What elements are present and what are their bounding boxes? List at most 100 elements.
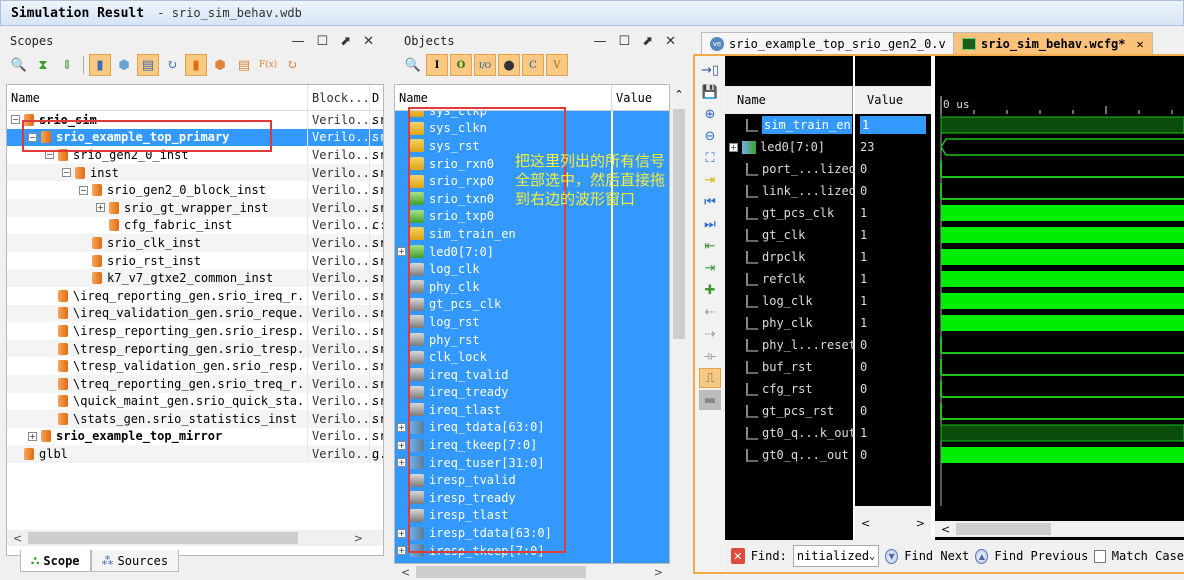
save-icon[interactable]: 💾: [699, 82, 721, 102]
go-to-start-icon[interactable]: ⏮: [699, 192, 721, 212]
tab-scope[interactable]: ⛬ Scope: [20, 550, 91, 572]
object-row[interactable]: + ireq_tkeep[7:0]: [395, 436, 611, 454]
column-value[interactable]: Value: [611, 85, 652, 110]
zoom-out-icon[interactable]: ⊖: [699, 126, 721, 146]
object-row[interactable]: ireq_tlast: [395, 401, 611, 419]
snap-to-transition-icon[interactable]: ⎍: [699, 368, 721, 388]
scope-row[interactable]: − inst Verilo...sr: [7, 163, 383, 182]
object-row[interactable]: + ireq_tuser[31:0]: [395, 454, 611, 472]
scope-row[interactable]: \treq_reporting_gen.srio_treq_r... Verilo…: [7, 374, 383, 393]
wave-signal-row[interactable]: link_...lized: [725, 180, 856, 202]
variable-filter-icon[interactable]: V: [546, 54, 568, 76]
expand-toggle-icon[interactable]: +: [729, 142, 738, 152]
previous-marker-icon[interactable]: ⇠: [699, 302, 721, 322]
expand-toggle-icon[interactable]: −: [79, 185, 88, 195]
object-row[interactable]: ireq_tready: [395, 384, 611, 402]
column-block[interactable]: Block...: [307, 85, 370, 110]
expand-toggle-icon[interactable]: +: [96, 203, 105, 213]
inout-filter-icon[interactable]: I/O: [474, 54, 496, 76]
column-name[interactable]: Name: [395, 91, 611, 105]
column-d[interactable]: D: [369, 85, 383, 110]
wave-signal-row[interactable]: + led0[7:0]: [725, 136, 853, 158]
object-row[interactable]: sys_clkn: [395, 120, 611, 138]
object-row[interactable]: sim_train_en: [395, 225, 611, 243]
scope-row[interactable]: glbl Verilo...g.: [7, 445, 383, 463]
add-marker-icon[interactable]: ✚: [699, 280, 721, 300]
object-row[interactable]: + led0[7:0]: [395, 243, 611, 261]
match-case-checkbox[interactable]: [1094, 549, 1106, 563]
vhdl-package-filter-icon[interactable]: ⬢: [209, 54, 231, 76]
wave-signal-row[interactable]: phy_clk: [725, 312, 853, 334]
expand-toggle-icon[interactable]: +: [397, 247, 406, 257]
maximize-icon[interactable]: ☐: [619, 34, 631, 49]
object-row[interactable]: log_clk: [395, 260, 611, 278]
scope-row[interactable]: k7_v7_gtxe2_common_inst Verilo...sr: [7, 269, 383, 287]
wave-signal-row[interactable]: sim_train_en: [725, 114, 853, 136]
wave-signal-row[interactable]: port_...lized: [725, 158, 856, 180]
close-icon[interactable]: ✕: [363, 34, 374, 49]
add-to-wave-icon[interactable]: →▯: [699, 60, 721, 80]
object-row[interactable]: ireq_tvalid: [395, 366, 611, 384]
scope-row[interactable]: + srio_gt_wrapper_inst Verilo...sr: [7, 198, 383, 217]
zoom-in-icon[interactable]: ⊕: [699, 104, 721, 124]
search-icon[interactable]: 🔍: [8, 54, 30, 76]
object-row[interactable]: iresp_tvalid: [395, 471, 611, 489]
scope-row[interactable]: − srio_gen2_0_block_inst Verilo...sr: [7, 181, 383, 199]
collapse-all-icon[interactable]: ⧗: [32, 54, 54, 76]
close-find-icon[interactable]: ✕: [731, 548, 745, 564]
wave-signal-row[interactable]: gt0_q..._out: [725, 444, 853, 466]
expand-toggle-icon[interactable]: +: [397, 528, 406, 538]
objects-hscrollbar[interactable]: < >: [395, 564, 669, 580]
expand-toggle-icon[interactable]: +: [397, 440, 406, 450]
input-filter-icon[interactable]: I: [426, 54, 448, 76]
object-row[interactable]: srio_txp0: [395, 208, 611, 226]
wave-signal-row[interactable]: gt_pcs_rst: [725, 400, 853, 422]
vhdl-entity-filter-icon[interactable]: ▮: [185, 54, 207, 76]
vhdl-process-filter-icon[interactable]: ↻: [281, 54, 303, 76]
object-row[interactable]: + iresp_tdata[63:0]: [395, 524, 611, 542]
scope-row[interactable]: \quick_maint_gen.srio_quick_sta... Verilo…: [7, 392, 383, 411]
find-next-button[interactable]: Find Next: [904, 549, 969, 563]
scope-row[interactable]: srio_clk_inst Verilo...sr: [7, 234, 383, 252]
object-row[interactable]: + ireq_tdata[63:0]: [395, 419, 611, 437]
wave-column-name[interactable]: Name: [725, 86, 853, 114]
go-to-cursor-icon[interactable]: ⇥: [699, 170, 721, 190]
function-filter-icon[interactable]: F(x): [257, 54, 279, 76]
go-to-end-icon[interactable]: ⏭: [699, 214, 721, 234]
zoom-fit-icon[interactable]: ⛶: [699, 148, 721, 168]
wave-signal-row[interactable]: drpclk: [725, 246, 853, 268]
close-icon[interactable]: ✕: [665, 34, 676, 49]
scopes-hscrollbar[interactable]: < >: [7, 530, 383, 546]
value-hscrollbar[interactable]: < >: [855, 506, 931, 540]
tab-source-file[interactable]: ve srio_example_top_srio_gen2_0.v ✕: [701, 32, 973, 54]
objects-vscrollbar[interactable]: ⌃: [671, 84, 687, 564]
wave-signal-row[interactable]: phy_l...reset: [725, 334, 856, 356]
scope-row[interactable]: \stats_gen.srio_statistics_inst Verilo...…: [7, 410, 383, 428]
minimize-icon[interactable]: —: [594, 34, 607, 49]
tab-sources[interactable]: ⁂ Sources: [90, 550, 180, 572]
expand-toggle-icon[interactable]: +: [397, 546, 406, 556]
close-tab-icon[interactable]: ✕: [1137, 37, 1144, 51]
wave-signal-row[interactable]: gt_clk: [725, 224, 853, 246]
package-filter-icon[interactable]: ⬢: [113, 54, 135, 76]
next-marker-icon[interactable]: ⇢: [699, 324, 721, 344]
wave-signal-row[interactable]: gt_pcs_clk: [725, 202, 853, 224]
expand-all-icon[interactable]: ⇕: [56, 54, 78, 76]
output-filter-icon[interactable]: O: [450, 54, 472, 76]
expand-toggle-icon[interactable]: +: [28, 431, 37, 441]
scope-row[interactable]: − srio_sim Verilo...sr: [7, 111, 383, 129]
find-previous-button[interactable]: Find Previous: [994, 549, 1088, 563]
expand-toggle-icon[interactable]: −: [11, 115, 20, 125]
wave-signal-row[interactable]: cfg_rst: [725, 378, 853, 400]
wave-signal-row[interactable]: gt0_q...k_out: [725, 422, 856, 444]
wave-signal-row[interactable]: buf_rst: [725, 356, 853, 378]
object-row[interactable]: phy_clk: [395, 278, 611, 296]
verilog-module-filter-icon[interactable]: ▮: [89, 54, 111, 76]
scope-row[interactable]: \tresp_validation_gen.srio_resp... Verilo…: [7, 357, 383, 375]
scope-row[interactable]: \ireq_validation_gen.srio_reque... Verilo…: [7, 304, 383, 323]
tab-waveform-config[interactable]: srio_sim_behav.wcfg* ✕: [953, 32, 1153, 54]
waveform-canvas[interactable]: 0 us10 us20 us23: [935, 56, 1184, 506]
scope-row[interactable]: srio_rst_inst Verilo...sr: [7, 251, 383, 270]
chevron-down-icon[interactable]: ⌄: [869, 551, 875, 562]
scope-row[interactable]: \tresp_reporting_gen.srio_tresp... Verilo…: [7, 339, 383, 358]
